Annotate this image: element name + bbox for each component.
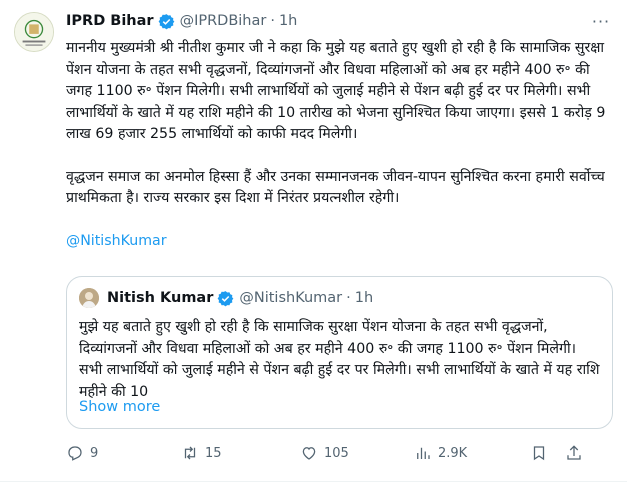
author-name[interactable]: IPRD Bihar [66,13,154,29]
author-avatar[interactable] [14,12,54,52]
verified-badge-icon [217,290,234,306]
quoted-header: Nitish Kumar @NitishKumar · 1h [107,287,373,309]
views-button[interactable]: 2.9K [414,441,467,465]
tweet[interactable]: IPRD Bihar @IPRDBihar · 1h ··· माननीय मु… [0,0,627,482]
reply-icon [68,446,82,461]
show-more-link[interactable]: Show more [79,399,160,415]
tweet-header: IPRD Bihar @IPRDBihar · 1h [66,10,297,32]
repost-button[interactable]: 15 [181,441,222,465]
views-chart-icon [417,447,430,459]
repost-icon [184,446,196,460]
like-count: 105 [324,445,349,461]
quoted-text: मुझे यह बताते हुए खुशी हो रही है कि सामा… [79,319,600,400]
mention-link[interactable]: @NitishKumar [66,231,616,253]
tweet-actions: 9 15 105 2.9K [66,441,616,465]
like-button[interactable]: 105 [300,441,349,465]
reply-button[interactable]: 9 [66,441,98,465]
tweet-time[interactable]: 1h [279,13,297,29]
iprd-logo-icon [15,13,53,51]
heart-icon [302,447,316,460]
tweet-body: माननीय मुख्यमंत्री श्री नीतीश कुमार जी न… [66,38,616,252]
share-button[interactable] [565,441,583,465]
share-icon [567,445,581,460]
quoted-author-name: Nitish Kumar [107,290,214,306]
bookmark-icon [533,446,545,461]
tweet-paragraph-2: वृद्धजन समाज का अनमोल हिस्सा हैं और उनका… [66,168,605,207]
separator-dot: · [270,13,275,29]
verified-badge-icon [158,13,174,29]
author-handle[interactable]: @IPRDBihar [180,13,267,29]
person-avatar-icon [79,288,99,308]
bookmark-button[interactable] [530,441,548,465]
views-count: 2.9K [438,445,468,461]
quoted-author-handle: @NitishKumar [239,290,343,306]
quoted-tweet[interactable]: Nitish Kumar @NitishKumar · 1h मुझे यह ब… [66,276,613,429]
quoted-author-avatar [79,288,99,308]
separator-dot: · [346,290,351,306]
repost-count: 15 [205,445,222,461]
more-options-icon[interactable]: ··· [589,10,613,32]
tweet-paragraph-1: माननीय मुख्यमंत्री श्री नीतीश कुमार जी न… [66,40,606,142]
quoted-time: 1h [354,290,374,306]
reply-count: 9 [90,445,99,461]
